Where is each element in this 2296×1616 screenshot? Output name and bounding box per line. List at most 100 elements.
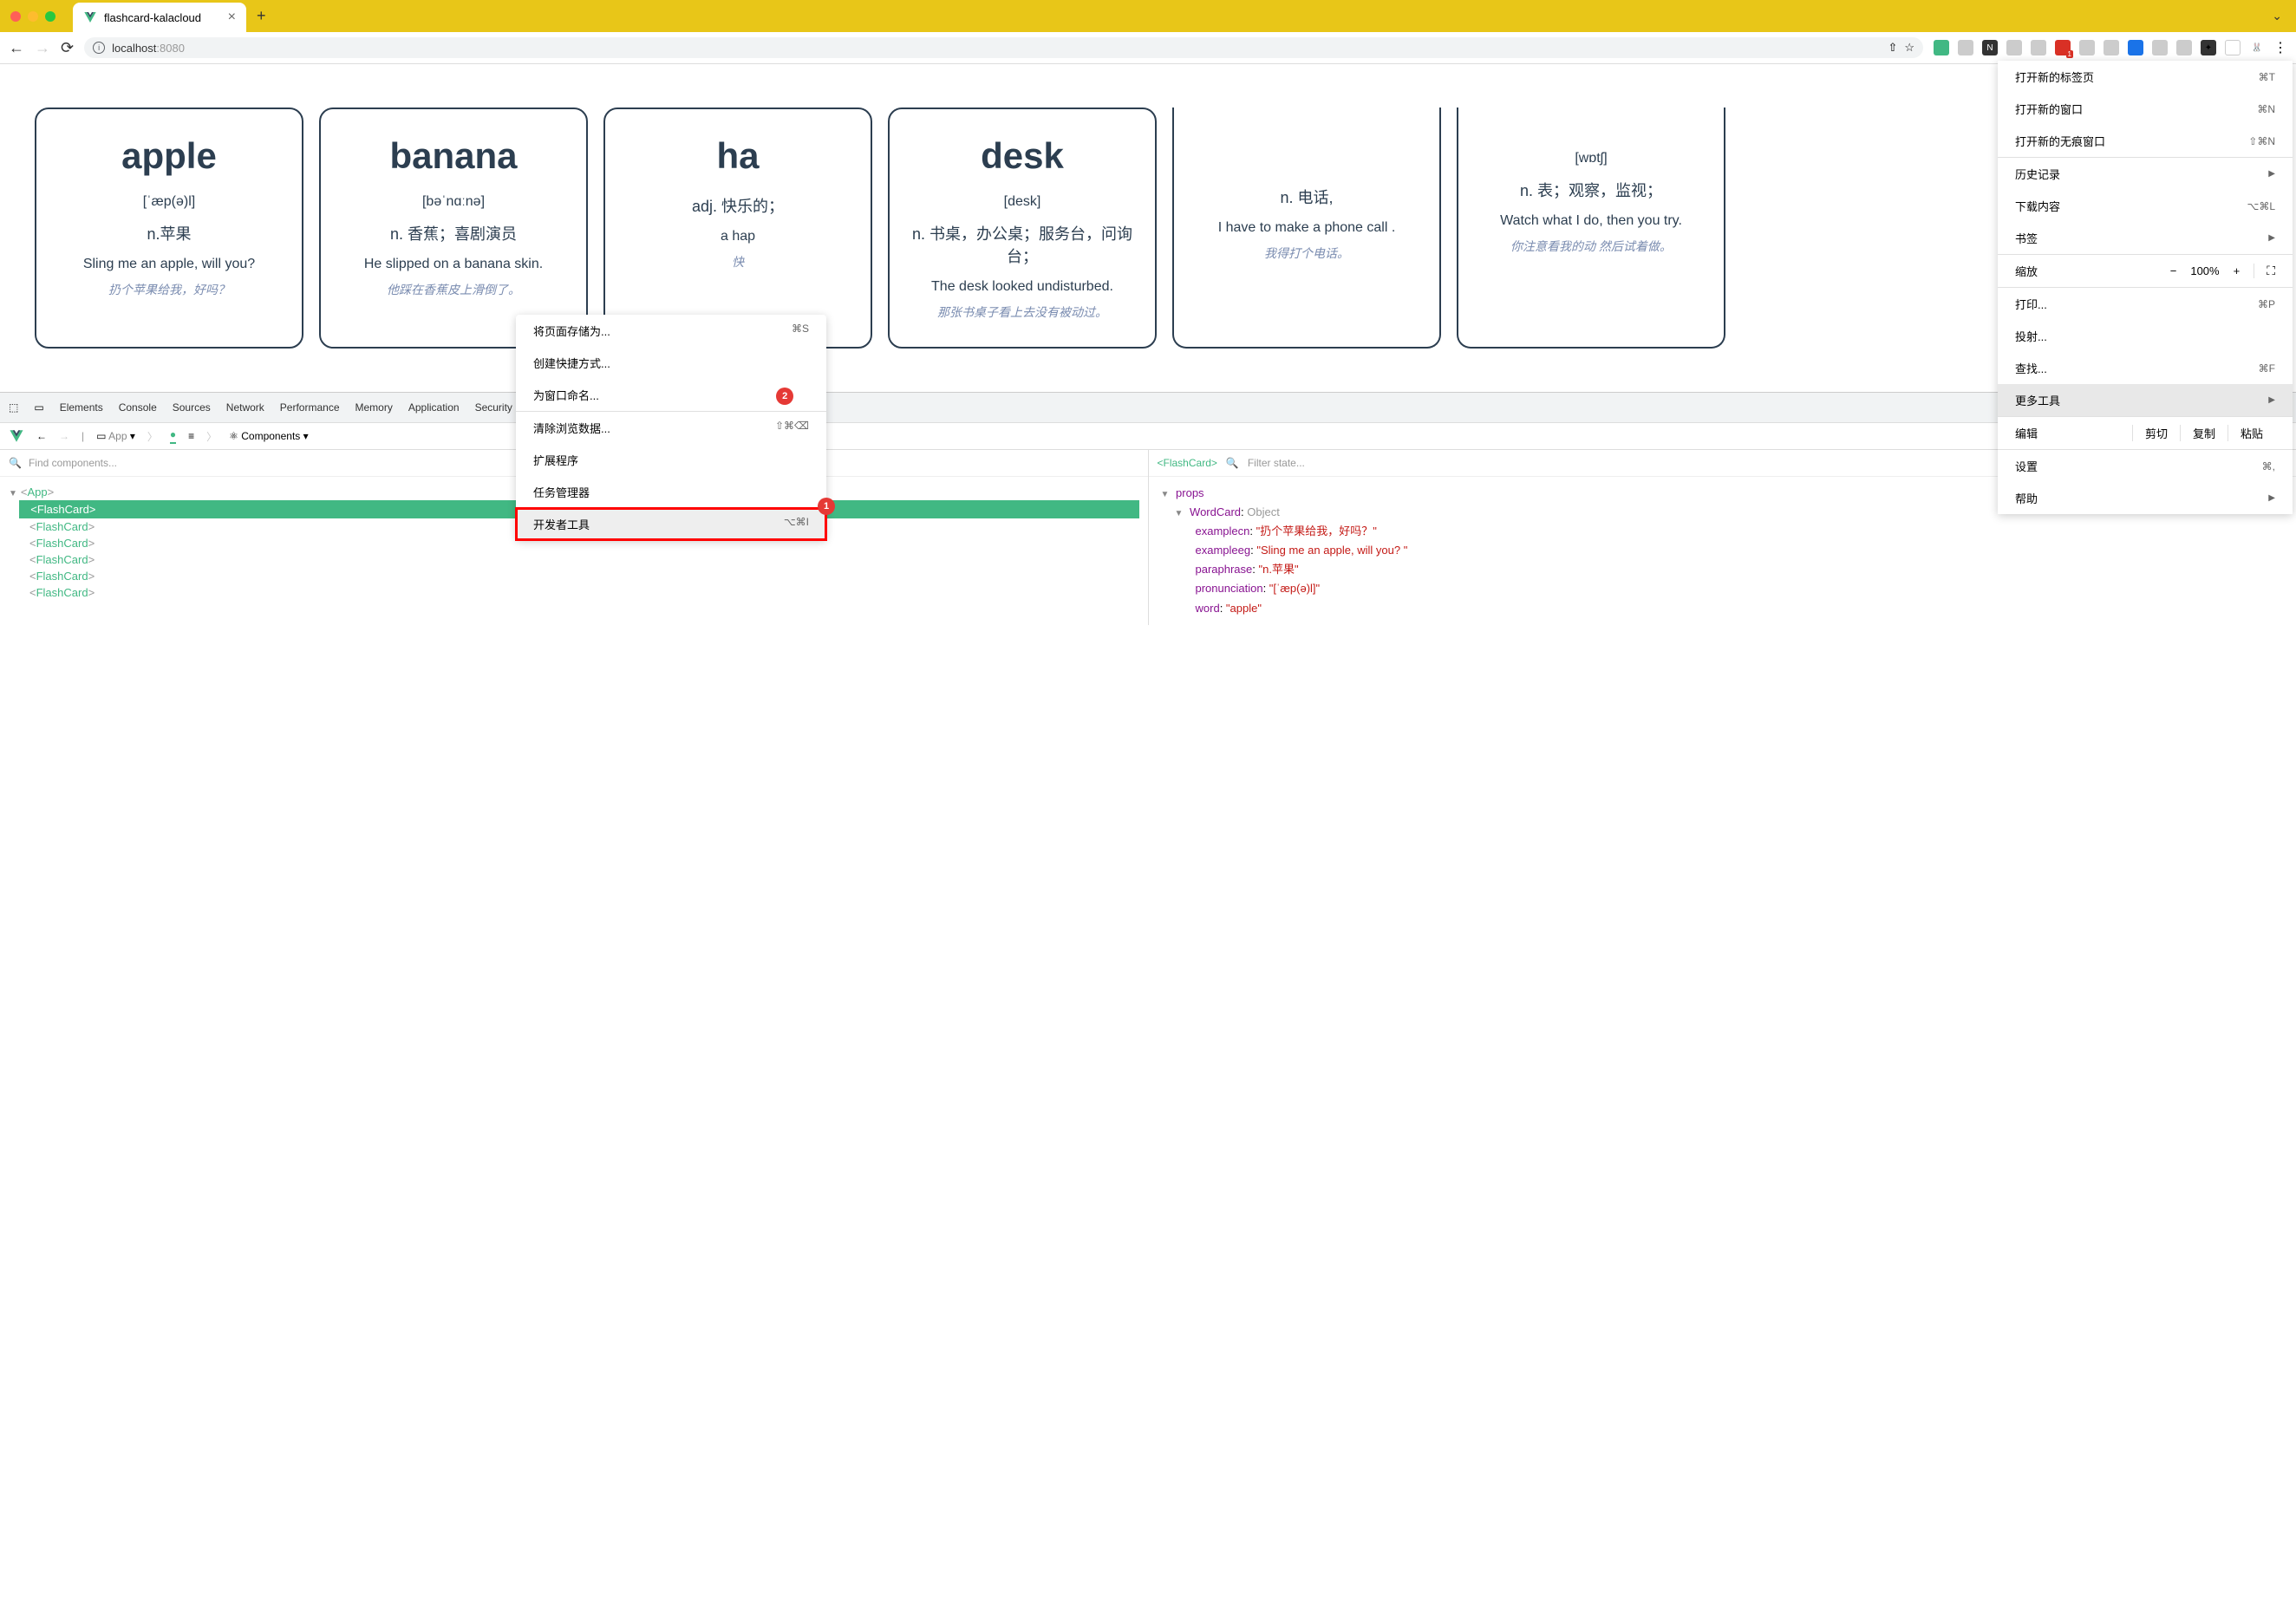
flashcard[interactable]: banana [bəˈnɑːnə] n. 香蕉；喜剧演员 He slipped … [319, 108, 588, 349]
devtools-body: 🔍 Find components... ▼<App> <FlashCard> … [0, 450, 2296, 625]
card-word: banana [338, 135, 569, 177]
ext-icon[interactable] [2104, 40, 2119, 55]
card-example-cn: 他踩在香蕉皮上滑倒了。 [338, 281, 569, 298]
card-example-cn: 你注意看我的动 然后试着做。 [1476, 238, 1706, 255]
flashcard[interactable]: apple [ˈæp(ə)l] n.苹果 Sling me an apple, … [35, 108, 303, 349]
flashcard[interactable]: desk [desk] n. 书桌，办公桌；服务台，问询台； The desk … [888, 108, 1157, 349]
profile-icon[interactable]: 🐰 [2249, 40, 2265, 55]
card-example: The desk looked undisturbed. [907, 279, 1138, 295]
ext-icon[interactable] [2176, 40, 2192, 55]
submenu-create-shortcut[interactable]: 创建快捷方式... [516, 347, 826, 379]
paste-button[interactable]: 粘贴 [2228, 425, 2275, 441]
card-word: ha [623, 135, 853, 177]
tab-application[interactable]: Application [408, 398, 460, 417]
submenu-dev-tools[interactable]: 开发者工具⌥⌘I 1 [516, 508, 826, 540]
card-example-cn: 扔个苹果给我，好吗？ [54, 281, 284, 298]
app-selector[interactable]: ▭ App ▾ [96, 430, 135, 442]
tab-network[interactable]: Network [226, 398, 264, 417]
star-icon[interactable]: ☆ [1904, 41, 1914, 55]
vue-icon [83, 10, 97, 24]
menu-new-tab[interactable]: 打开新的标签页⌘T [1998, 61, 2293, 93]
submenu-save-as[interactable]: 将页面存储为...⌘S [516, 315, 826, 347]
nav-back-icon[interactable]: ← [36, 430, 47, 442]
tab-sources[interactable]: Sources [173, 398, 211, 417]
submenu-task-manager[interactable]: 任务管理器 [516, 476, 826, 508]
cut-button[interactable]: 剪切 [2132, 425, 2180, 441]
maximize-window-button[interactable] [45, 11, 55, 22]
chrome-menu: 打开新的标签页⌘T 打开新的窗口⌘N 打开新的无痕窗口⇧⌘N 历史记录▶ 下载内… [1998, 61, 2293, 514]
ext-icon[interactable] [2152, 40, 2168, 55]
close-tab-icon[interactable]: × [228, 10, 236, 25]
zoom-value: 100% [2190, 264, 2219, 277]
menu-settings[interactable]: 设置⌘, [1998, 450, 2293, 482]
card-paraphrase: n. 电话, [1191, 186, 1422, 208]
browser-tab[interactable]: flashcard-kalacloud × [73, 3, 246, 32]
close-window-button[interactable] [10, 11, 21, 22]
minimize-window-button[interactable] [28, 11, 38, 22]
reload-button[interactable]: ⟳ [61, 39, 74, 57]
flashcard[interactable]: [wɒtʃ] n. 表；观察，监视； Watch what I do, then… [1457, 108, 1725, 349]
inspect-icon[interactable]: ⬚ [9, 401, 18, 414]
flashcard[interactable]: n. 电话, I have to make a phone call . 我得打… [1172, 108, 1441, 349]
flashcard[interactable]: ha adj. 快乐的； a hap 快 [603, 108, 872, 349]
device-icon[interactable]: ▭ [34, 401, 43, 414]
more-icon[interactable]: ⋮ [2273, 39, 2287, 56]
submenu-clear-data[interactable]: 清除浏览数据...⇧⌘⌫ [516, 412, 826, 444]
ext-icon[interactable] [2079, 40, 2095, 55]
tab-performance[interactable]: Performance [280, 398, 340, 417]
menu-bookmarks[interactable]: 书签▶ [1998, 222, 2293, 254]
browser-chrome: flashcard-kalacloud × + ⌄ ← → ⟳ i localh… [0, 0, 2296, 64]
tab-elements[interactable]: Elements [60, 398, 103, 417]
search-icon[interactable]: 🔍 [1226, 457, 1239, 469]
tab-security[interactable]: Security [475, 398, 512, 417]
card-example-cn: 那张书桌子看上去没有被动过。 [907, 303, 1138, 321]
nav-forward-icon[interactable]: → [59, 430, 69, 442]
menu-more-tools[interactable]: 更多工具▶ [1998, 384, 2293, 416]
ext-icon[interactable] [2128, 40, 2143, 55]
new-tab-button[interactable]: + [246, 0, 277, 32]
vue-ext-icon[interactable] [1934, 40, 1949, 55]
card-example: a hap [623, 229, 853, 244]
copy-button[interactable]: 复制 [2180, 425, 2228, 441]
card-example: I have to make a phone call . [1191, 220, 1422, 236]
back-button[interactable]: ← [9, 39, 24, 57]
card-paraphrase: n. 书桌，办公桌；服务台，问询台； [907, 222, 1138, 267]
menu-history[interactable]: 历史记录▶ [1998, 158, 2293, 190]
ext-icon[interactable] [2225, 40, 2241, 55]
gmail-ext-icon[interactable]: 1 [2055, 40, 2071, 55]
filter-state-input[interactable]: Filter state... [1248, 457, 1305, 469]
menu-print[interactable]: 打印...⌘P [1998, 288, 2293, 320]
tab-console[interactable]: Console [119, 398, 157, 417]
zoom-out-button[interactable]: − [2170, 264, 2177, 277]
ext-icon[interactable] [1958, 40, 1973, 55]
tree-item[interactable]: <FlashCard> [29, 568, 1139, 584]
tab-bar: flashcard-kalacloud × + [66, 0, 284, 32]
components-view[interactable]: ⚛ Components ▾ [229, 430, 309, 442]
forward-button[interactable]: → [35, 39, 50, 57]
menu-find[interactable]: 查找...⌘F [1998, 352, 2293, 384]
menu-cast[interactable]: 投射... [1998, 320, 2293, 352]
tree-item[interactable]: <FlashCard> [29, 551, 1139, 568]
menu-new-window[interactable]: 打开新的窗口⌘N [1998, 93, 2293, 125]
card-paraphrase: n.苹果 [54, 222, 284, 244]
fullscreen-icon[interactable]: ⛶ [2254, 264, 2275, 278]
zoom-in-button[interactable]: + [2234, 264, 2241, 277]
ext-icon[interactable] [2006, 40, 2022, 55]
tab-memory[interactable]: Memory [355, 398, 393, 417]
menu-new-incognito[interactable]: 打开新的无痕窗口⇧⌘N [1998, 125, 2293, 157]
inspector-icon[interactable]: ● [170, 428, 176, 444]
url-bar[interactable]: i localhost:8080 ⇧ ☆ [84, 37, 1923, 58]
submenu-extensions[interactable]: 扩展程序 [516, 444, 826, 476]
tab-title: flashcard-kalacloud [104, 11, 201, 24]
timeline-icon[interactable]: ≡ [188, 430, 194, 442]
extensions-icon[interactable]: ✦ [2201, 40, 2216, 55]
menu-downloads[interactable]: 下载内容⌥⌘L [1998, 190, 2293, 222]
ext-icon[interactable] [2031, 40, 2046, 55]
chevron-down-icon[interactable]: ⌄ [2272, 9, 2282, 23]
notion-ext-icon[interactable]: N [1982, 40, 1998, 55]
tree-item[interactable]: <FlashCard> [29, 584, 1139, 601]
share-icon[interactable]: ⇧ [1888, 41, 1897, 55]
site-info-icon[interactable]: i [93, 42, 105, 54]
card-example: Watch what I do, then you try. [1476, 213, 1706, 229]
menu-help[interactable]: 帮助▶ [1998, 482, 2293, 514]
